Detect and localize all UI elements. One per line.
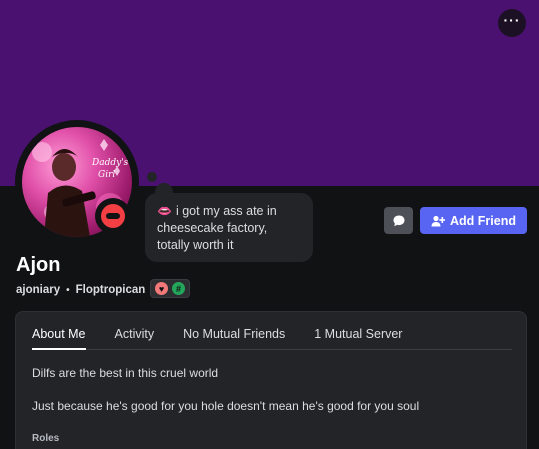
display-name: Ajon — [16, 254, 61, 276]
about-me-line-2: Just because he's good for you hole does… — [32, 399, 420, 413]
message-button[interactable] — [384, 207, 413, 234]
tab-about-me[interactable]: About Me — [32, 327, 86, 350]
badge-group: ♥ # — [150, 279, 190, 298]
username-line: ajoniary • Floptropican — [16, 282, 145, 298]
lips-emoji-icon: 👄 — [157, 204, 172, 218]
heart-badge-icon[interactable]: ♥ — [155, 282, 168, 295]
add-friend-label: Add Friend — [450, 213, 516, 228]
separator-dot: • — [66, 284, 70, 296]
username: ajoniary — [16, 284, 61, 296]
add-friend-button[interactable]: Add Friend — [420, 207, 527, 234]
pronouns-tag: Floptropican — [75, 284, 146, 296]
svg-text:Daddy's: Daddy's — [91, 158, 129, 168]
custom-status-text: i got my ass ate in cheesecake factory, … — [157, 204, 277, 252]
profile-details-card: About Me Activity No Mutual Friends 1 Mu… — [15, 311, 527, 449]
svg-text:Girl: Girl — [98, 170, 115, 180]
profile-tabs: About Me Activity No Mutual Friends 1 Mu… — [32, 312, 512, 350]
custom-status-bubble: 👄 i got my ass ate in cheesecake factory,… — [145, 193, 313, 262]
more-options-button[interactable]: ··· — [498, 9, 526, 37]
dnd-status-icon — [101, 204, 125, 228]
tab-mutual-friends[interactable]: No Mutual Friends — [183, 327, 285, 350]
tab-mutual-servers[interactable]: 1 Mutual Server — [314, 327, 402, 350]
roles-heading: Roles — [32, 433, 60, 444]
about-me-line-1: Dilfs are the best in this cruel world — [32, 366, 219, 380]
tab-activity[interactable]: Activity — [115, 327, 155, 350]
hashtag-badge-icon[interactable]: # — [172, 282, 185, 295]
add-user-icon — [431, 215, 446, 226]
status-bubble-tail-small — [147, 172, 157, 182]
chat-bubble-icon — [393, 215, 404, 226]
